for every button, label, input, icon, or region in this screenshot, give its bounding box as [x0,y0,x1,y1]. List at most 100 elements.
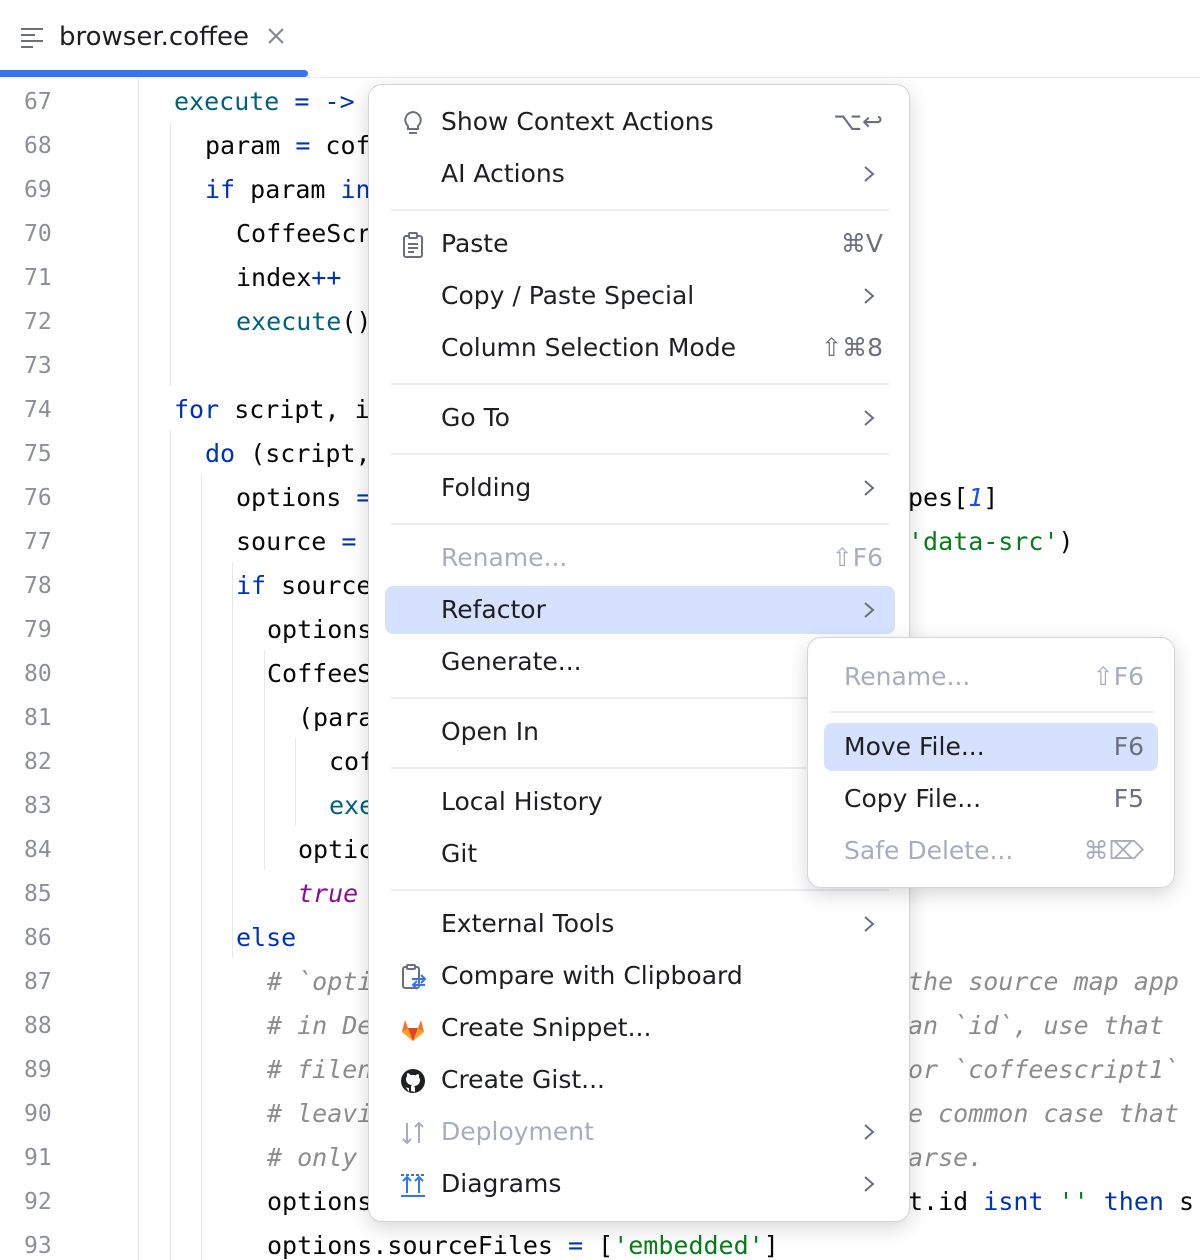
menu-item-label: Rename... [844,662,971,691]
menu-separator [830,711,1154,713]
code-token: do [205,439,236,468]
menu-item-shortcut: ⇧F6 [1092,662,1144,691]
code-token: options [236,483,357,512]
code-token: if [205,175,236,204]
code-line: if source [236,564,371,608]
indent-guide [232,562,233,958]
menu-item-shortcut: F6 [1113,732,1144,761]
code-line: # `opti [267,960,372,1004]
indent-guide [201,474,202,1260]
code-line: execute() [236,300,371,344]
submenu-item-safe-delete[interactable]: Safe Delete... ⌘⌦ [824,827,1158,875]
code-line-fragment: the source map app [908,960,1179,1004]
chevron-right-icon [864,1176,875,1192]
line-number: 78 [24,573,52,599]
line-number: 79 [24,617,52,643]
code-token: options [267,1187,373,1216]
menu-item-label: Paste [441,229,509,258]
code-line: CoffeeScr [236,212,371,256]
menu-item-ai-actions[interactable]: AI Actions [385,150,895,198]
line-number: 81 [24,705,52,731]
line-number: 93 [24,1233,52,1259]
menu-separator [391,383,889,385]
menu-item-go-to[interactable]: Go To [385,394,895,442]
submenu-item-copy-file[interactable]: Copy File... F5 [824,775,1158,823]
clipboard-icon [403,232,423,258]
code-token: arse. [908,1143,984,1172]
line-number-gutter: 67 68 69 70 71 72 73 74 75 76 77 78 79 80 81 82 83 84 85 86… [0,78,140,1260]
code-token: else [236,923,297,952]
line-number: 80 [24,661,52,687]
code-token: ] [983,483,999,512]
line-number: 82 [24,749,52,775]
code-token: # only [267,1143,373,1172]
line-number: 75 [24,441,52,467]
submenu-item-rename[interactable]: Rename... ⇧F6 [824,653,1158,701]
code-token: -> [324,87,355,116]
code-line-fragment: or `coffeescript1` [908,1048,1179,1092]
menu-item-label: Show Context Actions [441,107,714,136]
code-line-fragment: arse. [908,1136,983,1180]
code-line: for script, i [174,388,370,432]
submenu-item-move-file[interactable]: Move File... F6 [824,723,1158,771]
code-token: () [341,307,372,336]
code-token: then [1103,1187,1164,1216]
menu-item-paste[interactable]: Paste ⌘V [385,220,895,268]
diagrams-icon [401,1174,425,1197]
line-number: 84 [24,837,52,863]
code-line: options.sourceFiles = ['embedded'] [267,1224,779,1260]
menu-item-refactor[interactable]: Refactor [385,586,895,634]
close-icon[interactable] [266,26,286,46]
github-icon [401,1069,425,1093]
menu-item-external-tools[interactable]: External Tools [385,900,895,948]
line-number: 87 [24,969,52,995]
code-token: = [279,87,325,116]
code-line: source = [236,520,356,564]
code-token: # leavi [267,1099,373,1128]
menu-item-label: Diagrams [441,1169,562,1198]
line-number: 76 [24,485,52,511]
menu-item-show-context-actions[interactable]: Show Context Actions ⌥↩ [385,98,895,146]
menu-separator [391,523,889,525]
chevron-right-icon [864,1124,875,1140]
chevron-right-icon [864,288,875,304]
menu-item-shortcut: ⇧F6 [831,543,883,572]
menu-item-create-gist[interactable]: Create Gist... [385,1056,895,1104]
code-token: = [568,1231,599,1260]
menu-item-compare-with-clipboard[interactable]: Compare with Clipboard [385,952,895,1000]
lightbulb-icon [404,110,422,134]
code-token: index [236,263,312,292]
menu-item-label: Create Gist... [441,1065,606,1094]
menu-item-shortcut: ⌘⌦ [1083,836,1144,865]
code-token: '' [1058,1187,1089,1216]
menu-item-deployment[interactable]: Deployment [385,1108,895,1156]
line-number: 89 [24,1057,52,1083]
code-token: param [235,175,341,204]
menu-separator [391,889,889,891]
indent-guide [170,430,171,1260]
menu-item-diagrams[interactable]: Diagrams [385,1160,895,1208]
code-token: (para [298,703,374,732]
menu-item-label: Open In [441,717,539,746]
tab-browser-coffee[interactable]: browser.coffee [0,0,308,78]
line-number: 70 [24,221,52,247]
menu-item-rename[interactable]: Rename... ⇧F6 [385,534,895,582]
menu-item-column-selection-mode[interactable]: Column Selection Mode ⇧⌘8 [385,324,895,372]
code-line: param = cof [205,124,371,168]
menu-item-label: Safe Delete... [844,836,1014,865]
code-token: an `id`, use that [908,1011,1164,1040]
code-line: options [267,1180,372,1224]
code-token: script, i [219,395,370,424]
refactor-submenu: Rename... ⇧F6 Move File... F6 Copy File... F5… [807,637,1175,888]
menu-item-folding[interactable]: Folding [385,464,895,512]
code-token: [ [598,1231,614,1260]
menu-item-label: External Tools [441,909,615,938]
chevron-right-icon [864,602,875,618]
code-token: CoffeeS [267,659,373,688]
line-number: 77 [24,529,52,555]
line-number: 86 [24,925,52,951]
menu-item-copy-paste-special[interactable]: Copy / Paste Special [385,272,895,320]
menu-item-create-snippet[interactable]: Create Snippet... [385,1004,895,1052]
